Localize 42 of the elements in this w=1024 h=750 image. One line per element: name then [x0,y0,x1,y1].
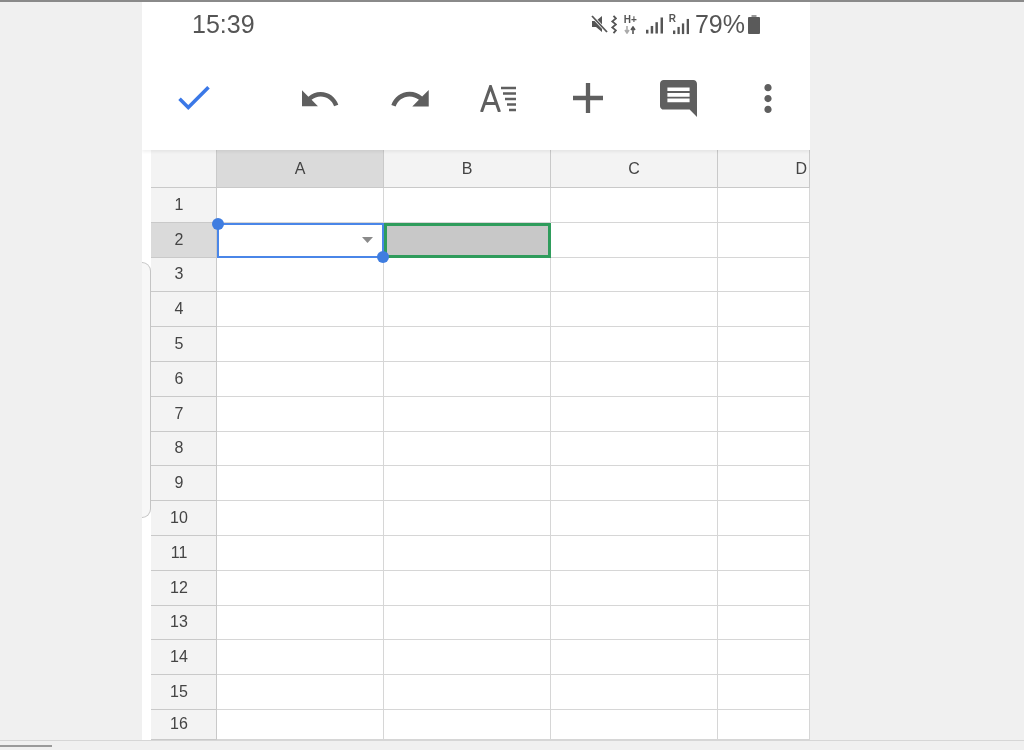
clock-time: 15:39 [192,11,255,37]
network-type-label: H+ [623,14,637,25]
column-header[interactable]: A [217,150,384,188]
row-header[interactable]: 12 [151,570,217,606]
more-vertical-icon [764,83,772,113]
row-header[interactable]: 4 [151,292,217,328]
column-header[interactable]: C [551,150,718,188]
text-format-icon [480,84,518,112]
corner-header[interactable] [151,150,217,188]
row-header[interactable]: 11 [151,535,217,571]
table-cell[interactable] [384,222,551,258]
undo-icon [301,89,341,107]
row-header[interactable]: 14 [151,640,217,676]
column-header[interactable]: B [384,150,551,188]
battery-icon [748,14,760,34]
row-header[interactable]: 8 [151,431,217,467]
signal-bars-icon [645,17,663,34]
mute-icon [590,15,608,33]
plus-icon [573,83,603,113]
row-header[interactable]: 6 [151,362,217,397]
row-header[interactable]: 5 [151,327,217,362]
redo-icon [391,89,429,107]
check-icon [178,86,210,110]
row-header[interactable]: 9 [151,466,217,502]
vibrate-icon [609,14,617,34]
row-header[interactable]: 3 [151,257,217,293]
column-header[interactable]: D [718,150,810,188]
row-header[interactable]: 2 [151,222,217,258]
row-header[interactable]: 1 [151,188,217,223]
comment-icon [659,79,697,117]
data-arrows-icon [624,25,637,34]
row-header[interactable]: 15 [151,675,217,710]
dropdown-caret-icon[interactable] [362,237,373,244]
roaming-label: R [668,13,676,24]
row-header[interactable]: 10 [151,501,217,536]
row-header[interactable]: 16 [151,709,217,740]
side-drawer-handle[interactable] [142,262,151,518]
row-header[interactable]: 7 [151,396,217,432]
row-header[interactable]: 13 [151,605,217,641]
selection-handle-icon[interactable] [377,250,389,263]
battery-percent: 79% [694,11,745,37]
scrollbar-thumb[interactable] [0,745,52,747]
